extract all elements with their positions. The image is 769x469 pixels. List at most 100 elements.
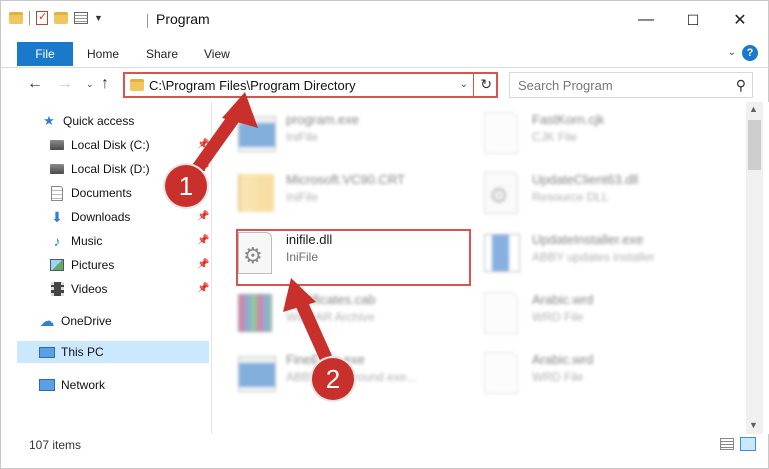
address-divider xyxy=(473,74,474,96)
file-name: FastKorn.cjk xyxy=(532,112,605,127)
file-type: IniFile xyxy=(286,130,319,144)
sidebar-item-label: Music xyxy=(71,234,103,248)
scroll-thumb[interactable] xyxy=(748,120,761,170)
scroll-down-arrow-icon[interactable]: ▼ xyxy=(749,420,758,430)
customize-toolbar-dropdown-icon[interactable]: ▼ xyxy=(94,13,103,23)
sidebar-item-downloads[interactable]: ⬇ Downloads xyxy=(49,206,211,228)
sidebar-item-label: Videos xyxy=(71,282,108,296)
sidebar-item-network[interactable]: Network xyxy=(39,374,211,396)
recent-locations-chevron-icon[interactable]: ⌄ xyxy=(86,79,94,90)
file-item[interactable]: UpdateInstaller.exe ABBY updates install… xyxy=(484,224,724,282)
back-arrow-icon[interactable]: ← xyxy=(27,75,43,93)
sidebar-item-label: This PC xyxy=(61,345,104,359)
details-view-icon[interactable] xyxy=(720,438,734,450)
up-arrow-icon[interactable]: ↑ xyxy=(101,75,109,93)
window-title: Program xyxy=(156,11,210,27)
file-name: Microsoft.VC90.CRT xyxy=(286,172,405,187)
address-path[interactable]: C:\Program Files\Program Directory xyxy=(149,78,356,93)
file-type: CJK File xyxy=(532,130,578,144)
file-type: ABBY updates installer xyxy=(532,250,655,264)
sidebar-item-label: Local Disk (C:) xyxy=(71,138,150,152)
sidebar-item-local-disk-c[interactable]: Local Disk (C:) xyxy=(49,134,211,156)
file-item[interactable]: Certificates.cab WinRAR Archive xyxy=(238,284,478,342)
sidebar-item-pictures[interactable]: Pictures xyxy=(49,254,211,276)
sidebar-item-label: Downloads xyxy=(71,210,131,224)
properties-icon[interactable] xyxy=(74,12,88,24)
tab-share[interactable]: Share xyxy=(146,47,178,61)
scroll-up-arrow-icon[interactable]: ▲ xyxy=(749,104,758,114)
toolbar-separator xyxy=(29,11,30,25)
drive-icon xyxy=(49,137,65,153)
file-name: Arabic.wrd xyxy=(532,292,594,307)
file-type: WRD File xyxy=(532,310,584,324)
sidebar-item-label: Local Disk (D:) xyxy=(71,162,150,176)
application-icon xyxy=(238,352,278,394)
file-item[interactable]: Microsoft.VC90.CRT IniFile xyxy=(238,164,478,222)
minimize-button[interactable]: — xyxy=(631,9,661,31)
star-icon: ★ xyxy=(43,113,55,128)
vertical-scrollbar[interactable]: ▲ ▼ xyxy=(746,102,763,434)
file-name: UpdateInstaller.exe xyxy=(532,232,644,247)
address-dropdown-icon[interactable]: ⌄ xyxy=(460,79,468,90)
search-icon[interactable]: ⚲ xyxy=(736,77,746,94)
sidebar-item-label: Pictures xyxy=(71,258,115,272)
file-item[interactable]: program.exe IniFile xyxy=(238,104,478,162)
address-bar[interactable]: C:\Program Files\Program Directory ⌄ ↻ xyxy=(123,72,498,98)
properties-check-icon[interactable] xyxy=(36,10,48,25)
navigation-bar: ← → ⌄ ↑ C:\Program Files\Program Directo… xyxy=(0,68,769,102)
search-box: ⚲ xyxy=(509,72,753,98)
sidebar-item-music[interactable]: ♪ Music xyxy=(49,230,211,252)
network-icon xyxy=(39,377,55,393)
pictures-icon xyxy=(49,257,65,273)
file-icon xyxy=(484,352,524,394)
pin-icon[interactable]: 📌 xyxy=(197,259,209,270)
file-type: WinRAR Archive xyxy=(286,310,375,324)
item-count: 107 items xyxy=(29,438,82,452)
sidebar-item-label: OneDrive xyxy=(61,314,112,328)
sidebar-item-onedrive[interactable]: ☁ OneDrive xyxy=(39,310,211,332)
large-icons-view-icon[interactable] xyxy=(740,437,756,451)
file-item[interactable]: Arabic.wrd WRD File xyxy=(484,284,724,342)
help-icon[interactable]: ? xyxy=(742,45,758,61)
refresh-icon[interactable]: ↻ xyxy=(480,76,492,93)
step-badge-2: 2 xyxy=(312,358,354,400)
sidebar-item-quick-access[interactable]: ★ Quick access xyxy=(41,110,211,132)
sidebar-item-label: Network xyxy=(61,378,106,392)
sidebar-item-this-pc[interactable]: This PC xyxy=(17,341,209,363)
pin-icon[interactable]: 📌 xyxy=(197,235,209,246)
tab-view[interactable]: View xyxy=(204,47,230,61)
file-name: UpdateClient63.dll xyxy=(532,172,639,187)
pin-icon[interactable]: 📌 xyxy=(197,211,209,222)
title-bar: ▼ Program — ☐ ✕ xyxy=(0,0,769,40)
title-separator xyxy=(147,14,148,28)
documents-icon xyxy=(49,185,65,201)
file-icon xyxy=(484,292,524,334)
quick-access-toolbar: ▼ xyxy=(9,10,103,25)
expand-ribbon-chevron-icon[interactable]: ⌄ xyxy=(728,47,736,58)
music-icon: ♪ xyxy=(53,233,61,249)
new-folder-icon[interactable] xyxy=(54,12,68,24)
computer-icon xyxy=(39,344,55,360)
file-item[interactable]: FastKorn.cjk CJK File xyxy=(484,104,724,162)
file-type: Resource DLL xyxy=(532,190,609,204)
sidebar-item-label: Documents xyxy=(71,186,132,200)
maximize-button[interactable]: ☐ xyxy=(678,9,708,31)
close-button[interactable]: ✕ xyxy=(725,9,755,31)
pin-icon[interactable]: 📌 xyxy=(197,283,209,294)
forward-arrow-icon[interactable]: → xyxy=(57,75,73,93)
sidebar-item-videos[interactable]: Videos xyxy=(49,278,211,300)
file-type: WRD File xyxy=(532,370,584,384)
highlight-box xyxy=(236,229,471,286)
file-item[interactable]: Arabic.wrd WRD File xyxy=(484,344,724,402)
file-type: IniFile xyxy=(286,190,319,204)
tab-home[interactable]: Home xyxy=(87,47,119,61)
navigation-pane: ★ Quick access Local Disk (C:) 📌 Local D… xyxy=(0,102,212,434)
file-item[interactable]: FineExec.exe ABBY background exe... xyxy=(238,344,478,402)
search-input[interactable] xyxy=(510,73,720,97)
file-name: Arabic.wrd xyxy=(532,352,594,367)
file-item[interactable]: UpdateClient63.dll Resource DLL xyxy=(484,164,724,222)
tab-file[interactable]: File xyxy=(17,42,73,66)
drive-icon xyxy=(49,161,65,177)
pin-icon[interactable]: 📌 xyxy=(197,139,209,150)
folder-icon xyxy=(238,172,278,214)
